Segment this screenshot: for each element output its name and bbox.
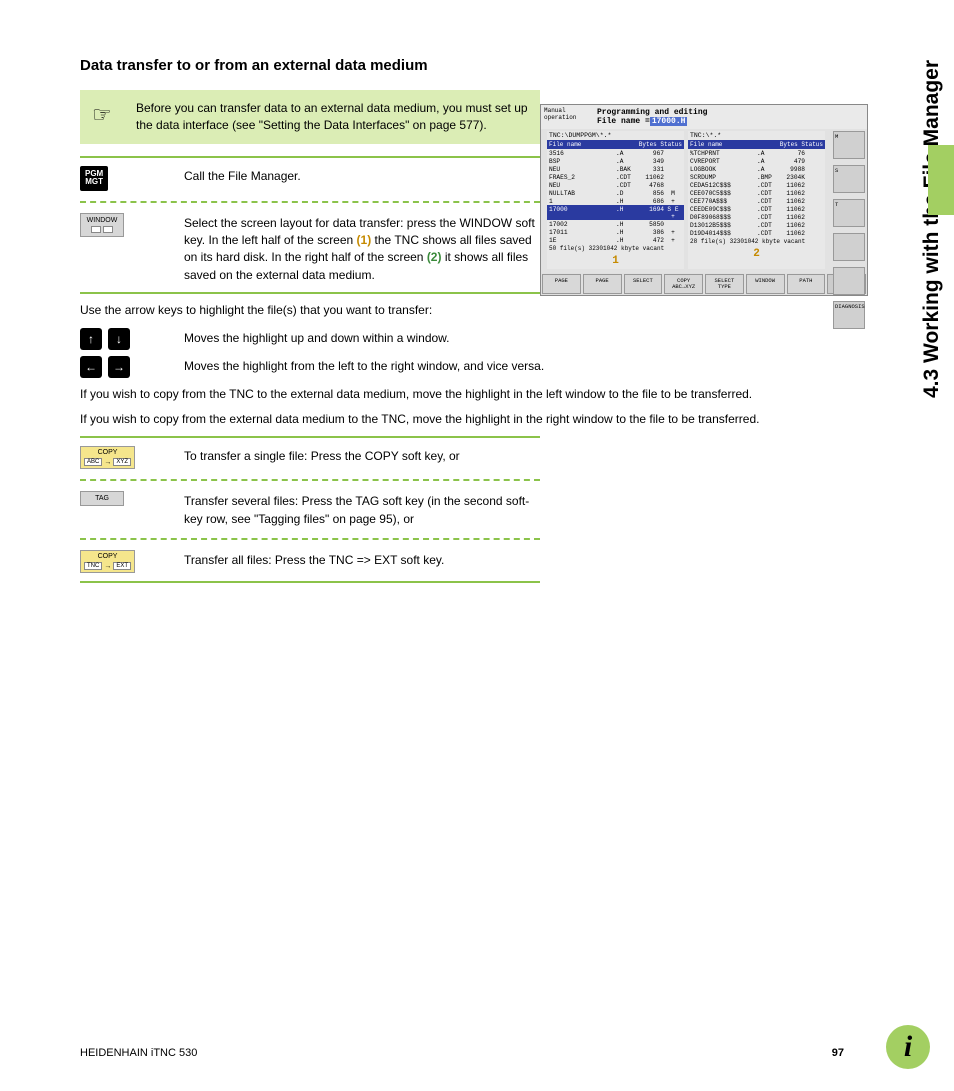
- shot-title: Programming and editing: [597, 108, 863, 117]
- arrow-right-icon: →: [108, 356, 130, 378]
- file-row: D0F89068$$$.CDT11062: [688, 213, 825, 221]
- section-tab: 4.3 Working with the File Manager: [920, 60, 944, 398]
- arrow-updown-text: Moves the highlight up and down within a…: [184, 328, 844, 347]
- window-softkey-icon: WINDOW: [80, 213, 124, 237]
- file-row: NEU.BAK331: [547, 165, 684, 173]
- pane-number-2: 2: [688, 246, 825, 262]
- info-icon: i: [886, 1025, 930, 1069]
- divider: [80, 581, 540, 583]
- tncext-softkey-icon: COPY TNC→EXT: [80, 550, 135, 573]
- pointing-hand-icon: ☞: [92, 100, 112, 131]
- tag-text: Transfer several files: Press the TAG so…: [184, 491, 540, 528]
- pgm-mgt-text: Call the File Manager.: [184, 166, 540, 185]
- file-row: CVREPORT.A479: [688, 157, 825, 165]
- arrow-left-icon: ←: [80, 356, 102, 378]
- file-row: 17011.H386+: [547, 228, 684, 236]
- shot-file-label: File name =: [597, 117, 650, 126]
- arrows-intro: Use the arrow keys to highlight the file…: [80, 302, 844, 319]
- shot-mode: Manual operation: [541, 105, 593, 129]
- tag-softkey-icon: TAG: [80, 491, 124, 506]
- side-button: DIAGNOSIS: [833, 301, 865, 329]
- window-softkey-label: WINDOW: [87, 217, 118, 224]
- divider: [80, 292, 540, 294]
- tncext-text: Transfer all files: Press the TNC => EXT…: [184, 550, 540, 569]
- side-button: [833, 233, 865, 261]
- ref-2: (2): [427, 250, 442, 264]
- step-window: WINDOW Select the screen layout for data…: [80, 213, 540, 285]
- file-row: LOGBOOK.A9988: [688, 165, 825, 173]
- step-copy: COPY ABC→XYZ To transfer a single file: …: [80, 446, 540, 469]
- arrow-up-icon: ↑: [80, 328, 102, 350]
- divider: [80, 538, 540, 540]
- green-tab: [928, 145, 954, 215]
- divider: [80, 201, 540, 203]
- file-row: FRAES_2.CDT11062: [547, 173, 684, 181]
- file-row: CEDA512C$$$.CDT11062: [688, 181, 825, 189]
- screenshot-figure: Manual operation Programming and editing…: [540, 104, 868, 296]
- file-row: %TCHPRNT.A76: [688, 149, 825, 157]
- file-row: NEU.CDT4768: [547, 181, 684, 189]
- file-row: 17000.H1694S E +: [547, 205, 684, 220]
- arrow-leftright-text: Moves the highlight from the left to the…: [184, 356, 844, 375]
- side-button: [833, 267, 865, 295]
- pgm-mgt-key-icon: PGM MGT: [80, 166, 108, 191]
- step-arrow-leftright: ← → Moves the highlight from the left to…: [80, 356, 844, 378]
- pane-number-1: 1: [547, 253, 684, 269]
- softkey: WINDOW: [746, 274, 785, 294]
- file-row: 3516.A967: [547, 149, 684, 157]
- softkey: SELECT TYPE: [705, 274, 744, 294]
- note-text: Before you can transfer data to an exter…: [136, 101, 528, 132]
- arrow-down-icon: ↓: [108, 328, 130, 350]
- page-heading: Data transfer to or from an external dat…: [80, 56, 540, 76]
- window-text: Select the screen layout for data transf…: [184, 213, 540, 285]
- note-box: ☞ Before you can transfer data to an ext…: [80, 90, 540, 144]
- page-number: 97: [832, 1047, 844, 1059]
- copy-to-ext-text: If you wish to copy from the TNC to the …: [80, 386, 844, 403]
- file-row: CEE770A$$$.CDT11062: [688, 197, 825, 205]
- divider: [80, 156, 540, 158]
- file-row: 17002.H5850: [547, 220, 684, 228]
- copy-text: To transfer a single file: Press the COP…: [184, 446, 540, 465]
- softkey: SELECT: [624, 274, 663, 294]
- ref-1: (1): [357, 233, 372, 247]
- footer-product: HEIDENHAIN iTNC 530: [80, 1047, 197, 1059]
- step-tag: TAG Transfer several files: Press the TA…: [80, 491, 540, 528]
- side-button: T: [833, 199, 865, 227]
- file-row: 1.H686+: [547, 197, 684, 205]
- file-row: NULLTAB.D856M: [547, 189, 684, 197]
- file-row: CEEDE09C$$$.CDT11062: [688, 205, 825, 213]
- step-pgm-mgt: PGM MGT Call the File Manager.: [80, 166, 540, 191]
- file-row: D13012B5$$$.CDT11062: [688, 221, 825, 229]
- side-button: M: [833, 131, 865, 159]
- file-row: SCRDUMP.BMP2304K: [688, 173, 825, 181]
- softkey: PAGE: [542, 274, 581, 294]
- divider: [80, 436, 540, 438]
- softkey: PAGE: [583, 274, 622, 294]
- softkey: COPY ABC→XYZ: [664, 274, 703, 294]
- shot-left-pane: TNC:\DUMPPGM\*.* File nameBytes Status 3…: [547, 131, 684, 269]
- divider: [80, 479, 540, 481]
- side-button: S: [833, 165, 865, 193]
- step-arrow-updown: ↑ ↓ Moves the highlight up and down with…: [80, 328, 844, 350]
- shot-file-value: 17000.H: [650, 117, 688, 126]
- file-row: D19D4014$$$.CDT11062: [688, 229, 825, 237]
- step-tncext: COPY TNC→EXT Transfer all files: Press t…: [80, 550, 540, 573]
- file-row: CEE070C5$$$.CDT11062: [688, 189, 825, 197]
- softkey: PATH: [787, 274, 826, 294]
- file-row: BSP.A349: [547, 157, 684, 165]
- shot-right-pane: TNC:\*.* File nameBytes Status %TCHPRNT.…: [688, 131, 825, 269]
- copy-to-tnc-text: If you wish to copy from the external da…: [80, 411, 844, 428]
- file-row: 1E.H472+: [547, 236, 684, 244]
- copy-softkey-icon: COPY ABC→XYZ: [80, 446, 135, 469]
